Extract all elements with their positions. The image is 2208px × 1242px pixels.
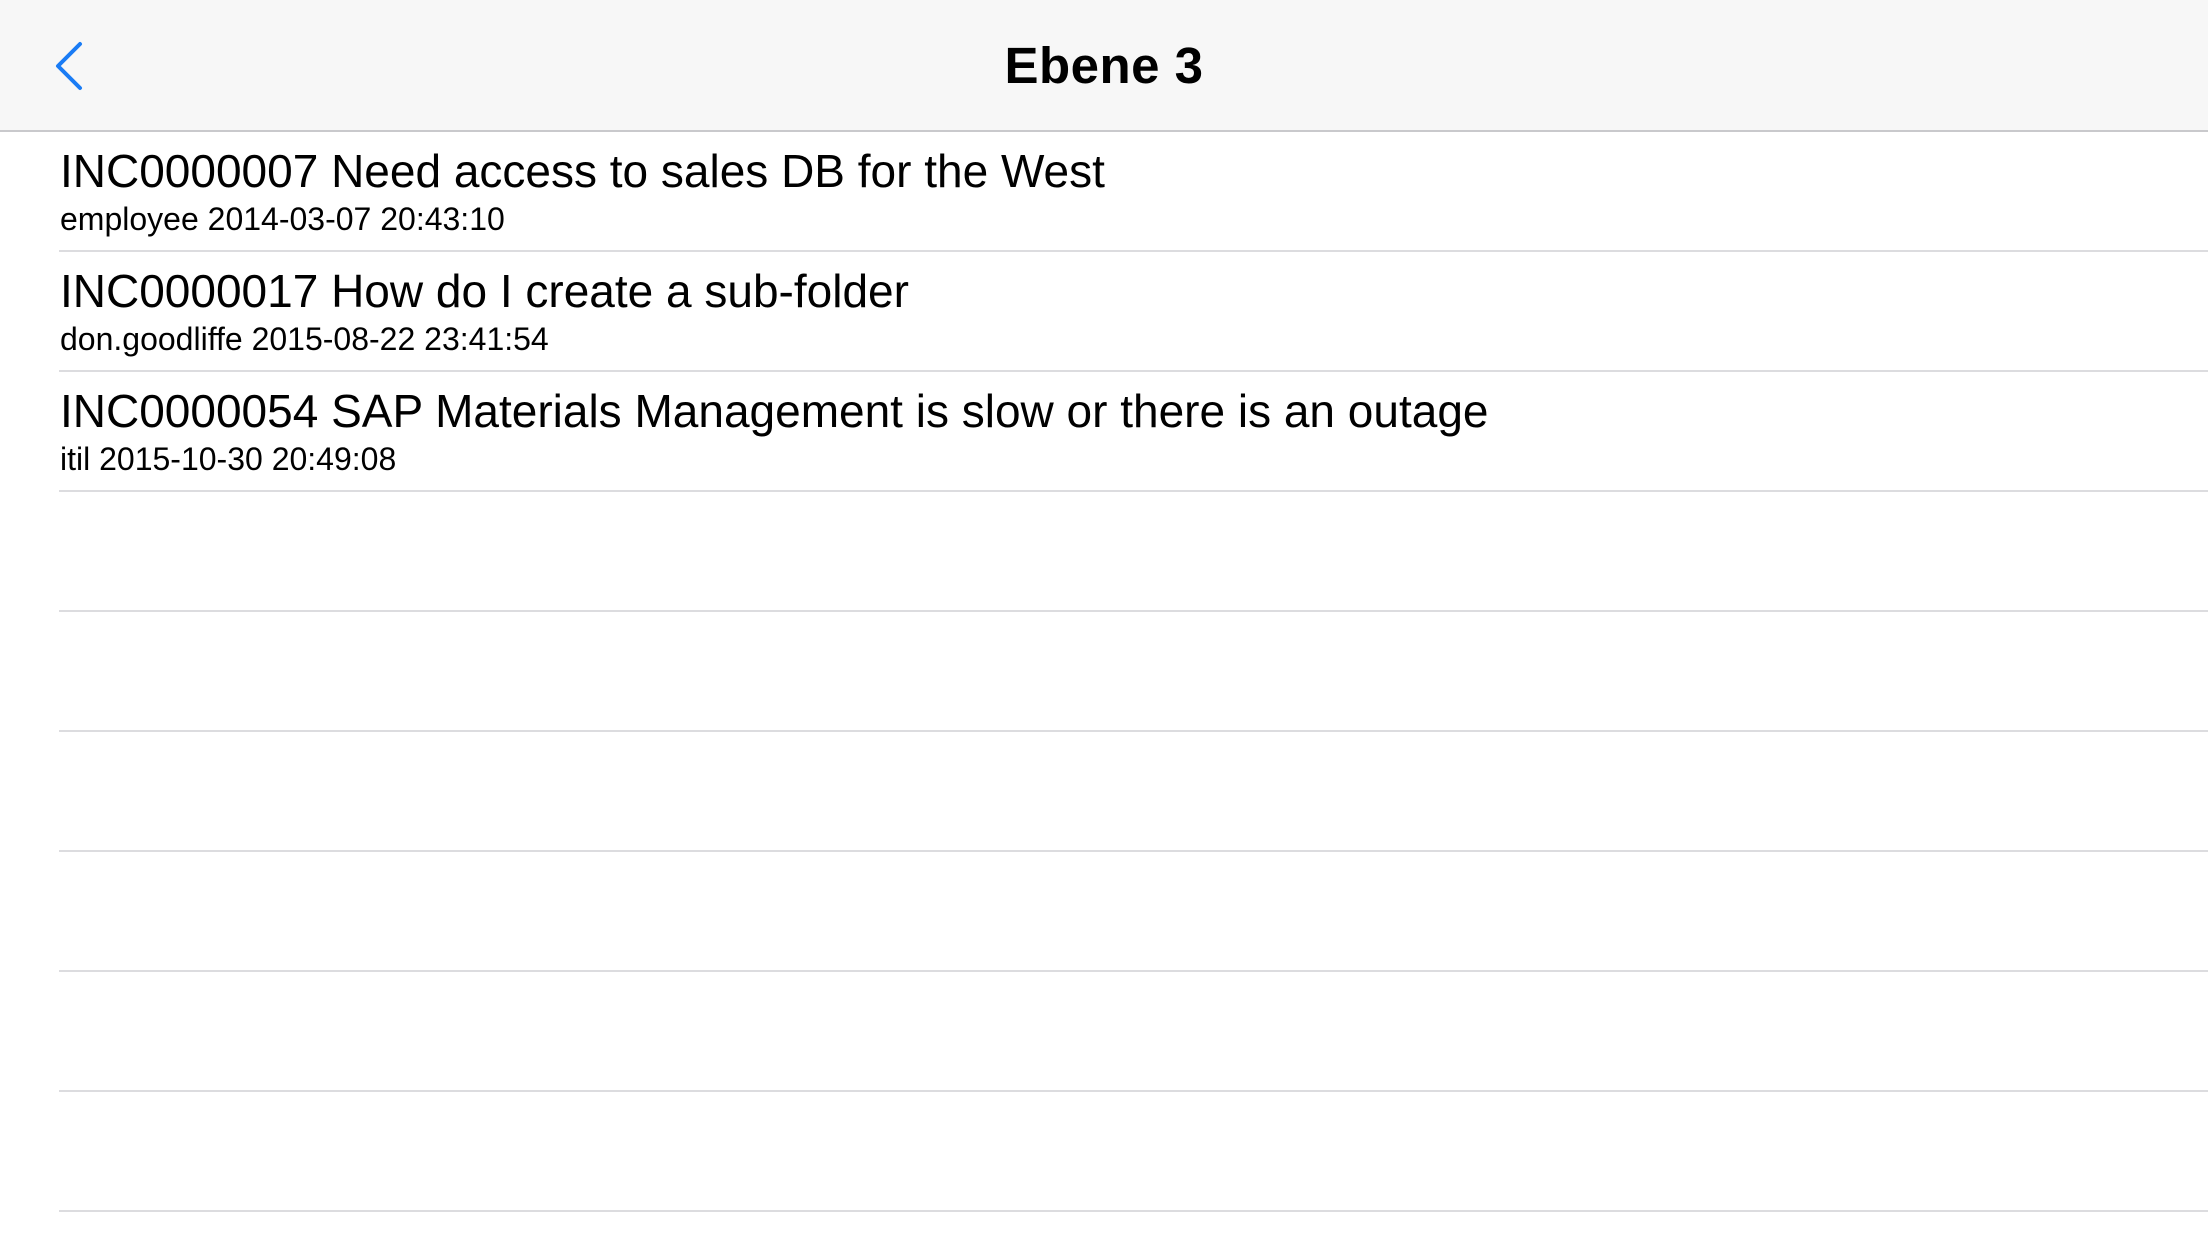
- empty-row: [0, 732, 2208, 852]
- incident-subtitle: don.goodliffe 2015-08-22 23:41:54: [60, 321, 549, 357]
- app-screen: Ebene 3 INC0000007 Need access to sales …: [0, 0, 2208, 1242]
- incident-subtitle: itil 2015-10-30 20:49:08: [60, 441, 397, 477]
- incident-subtitle: employee 2014-03-07 20:43:10: [60, 201, 505, 237]
- empty-row: [0, 972, 2208, 1092]
- empty-row: [0, 492, 2208, 612]
- navigation-bar: Ebene 3: [0, 0, 2208, 132]
- incident-title: INC0000054 SAP Materials Management is s…: [60, 385, 1489, 437]
- page-title: Ebene 3: [1004, 37, 1204, 94]
- incident-title: INC0000017 How do I create a sub-folder: [60, 265, 909, 317]
- empty-row: [0, 852, 2208, 972]
- incident-title: INC0000007 Need access to sales DB for t…: [60, 145, 1105, 197]
- list-item[interactable]: INC0000054 SAP Materials Management is s…: [0, 372, 2208, 492]
- list-item[interactable]: INC0000017 How do I create a sub-folder …: [0, 252, 2208, 372]
- incident-list: INC0000007 Need access to sales DB for t…: [0, 132, 2208, 1212]
- empty-row: [0, 612, 2208, 732]
- empty-row: [0, 1092, 2208, 1212]
- list-item[interactable]: INC0000007 Need access to sales DB for t…: [0, 132, 2208, 252]
